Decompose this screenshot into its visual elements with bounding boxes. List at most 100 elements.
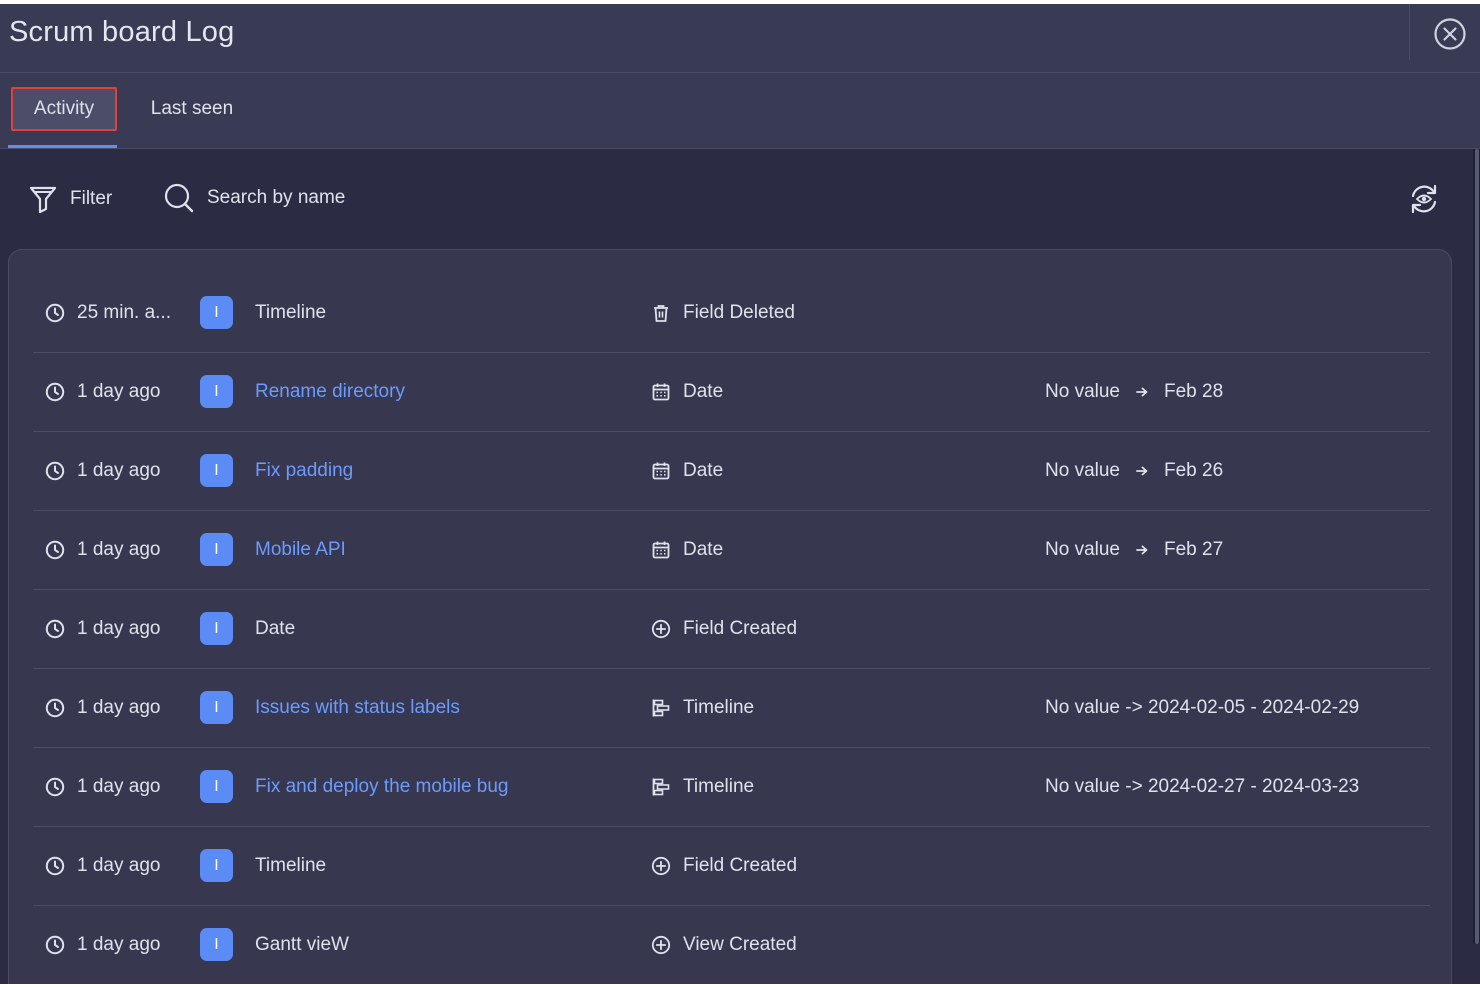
active-tab-indicator	[8, 145, 117, 148]
clock-icon	[45, 935, 65, 955]
clock-icon	[45, 856, 65, 876]
change-text: No value -> 2024-02-05 - 2024-02-29	[1045, 696, 1360, 718]
table-row: 1 day ago I Gantt vieW View Created	[33, 905, 1430, 984]
avatar: I	[200, 533, 233, 566]
clock-icon	[45, 698, 65, 718]
table-row: 1 day ago I Fix and deploy the mobile bu…	[33, 747, 1430, 827]
table-row: 1 day ago I Rename directory Date No val…	[33, 352, 1430, 432]
search-box[interactable]	[163, 180, 583, 216]
avatar: I	[200, 691, 233, 724]
value-change: No value Feb 27	[1045, 510, 1223, 589]
plus-circle-icon	[651, 619, 671, 639]
toolbar: Filter	[0, 174, 1480, 224]
item-name: Gantt vieW	[255, 933, 349, 955]
time-label: 1 day ago	[77, 775, 161, 797]
refresh-button[interactable]	[1405, 180, 1443, 218]
clock-icon	[45, 540, 65, 560]
field-change-type: View Created	[651, 905, 797, 984]
filter-button[interactable]: Filter	[28, 182, 112, 216]
item-link[interactable]: Issues with status labels	[255, 668, 460, 747]
refresh-eye-icon	[1407, 182, 1441, 216]
table-row: 25 min. a... I Timeline Field Deleted	[33, 273, 1430, 353]
row-time: 1 day ago	[45, 905, 160, 984]
timeline-icon	[651, 698, 671, 718]
avatar: I	[200, 849, 233, 882]
item-name: Timeline	[255, 301, 327, 323]
avatar: I	[200, 612, 233, 645]
field-label: Field Created	[683, 854, 798, 876]
change-text: No value -> 2024-02-27 - 2024-03-23	[1045, 775, 1360, 797]
search-icon	[163, 182, 195, 214]
time-label: 1 day ago	[77, 696, 161, 718]
filter-label: Filter	[70, 188, 113, 209]
avatar: I	[200, 454, 233, 487]
item-link[interactable]: Rename directory	[255, 352, 405, 431]
table-row: 1 day ago I Mobile API Date No value Feb…	[33, 510, 1430, 590]
row-time: 25 min. a...	[45, 273, 171, 352]
change-from: No value	[1045, 380, 1120, 402]
item-link[interactable]: Fix and deploy the mobile bug	[255, 747, 509, 826]
clock-icon	[45, 303, 65, 323]
item-link[interactable]: Mobile API	[255, 510, 346, 589]
clock-icon	[45, 382, 65, 402]
table-row: 1 day ago I Date Field Created	[33, 589, 1430, 669]
time-label: 1 day ago	[77, 538, 161, 560]
page-title: Scrum board Log	[9, 16, 235, 48]
field-label: Date	[683, 538, 724, 560]
plus-circle-icon	[651, 856, 671, 876]
change-to: Feb 28	[1164, 380, 1224, 402]
scrollbar-thumb[interactable]	[1475, 149, 1479, 944]
row-time: 1 day ago	[45, 826, 160, 905]
avatar: I	[200, 296, 233, 329]
row-time: 1 day ago	[45, 510, 160, 589]
change-from: No value	[1045, 538, 1120, 560]
filter-icon	[28, 184, 58, 214]
row-time: 1 day ago	[45, 589, 160, 668]
header-divider	[1409, 4, 1410, 60]
field-change-type: Timeline	[651, 668, 754, 747]
time-label: 1 day ago	[77, 459, 161, 481]
value-change: No value -> 2024-02-05 - 2024-02-29	[1045, 668, 1359, 747]
item-link[interactable]: Fix padding	[255, 431, 353, 510]
tab-activity[interactable]: Activity	[11, 87, 117, 131]
avatar: I	[200, 928, 233, 961]
table-row: 1 day ago I Fix padding Date No value Fe…	[33, 431, 1430, 511]
field-label: Timeline	[683, 696, 755, 718]
panel-header: Scrum board Log	[0, 4, 1480, 73]
avatar: I	[200, 375, 233, 408]
value-change: No value Feb 26	[1045, 431, 1223, 510]
plus-circle-icon	[651, 935, 671, 955]
time-label: 1 day ago	[77, 933, 161, 955]
field-label: Date	[683, 380, 724, 402]
arrow-right-icon	[1134, 384, 1150, 400]
row-time: 1 day ago	[45, 352, 160, 431]
field-label: Field Created	[683, 617, 798, 639]
field-label: Timeline	[683, 775, 755, 797]
field-change-type: Field Deleted	[651, 273, 795, 352]
close-button[interactable]	[1432, 16, 1468, 52]
clock-icon	[45, 619, 65, 639]
search-input[interactable]	[207, 187, 567, 209]
item-name: Timeline	[255, 854, 327, 876]
change-to: Feb 27	[1164, 538, 1224, 560]
clock-icon	[45, 777, 65, 797]
row-time: 1 day ago	[45, 747, 160, 826]
item-name: Date	[255, 617, 296, 639]
table-row: 1 day ago I Timeline Field Created	[33, 826, 1430, 906]
trash-icon	[651, 303, 671, 323]
close-circle-icon	[1433, 17, 1467, 51]
tab-last-seen[interactable]: Last seen	[137, 87, 247, 131]
arrow-right-icon	[1134, 463, 1150, 479]
field-change-type: Date	[651, 510, 723, 589]
activity-list: 25 min. a... I Timeline Field Deleted 1 …	[8, 249, 1452, 984]
activity-log-panel: Scrum board Log Activity Last seen Filte…	[0, 4, 1480, 984]
time-label: 1 day ago	[77, 380, 161, 402]
calendar-icon	[651, 540, 671, 560]
field-label: Field Deleted	[683, 301, 795, 323]
time-label: 1 day ago	[77, 617, 161, 639]
field-change-type: Field Created	[651, 589, 797, 668]
change-to: Feb 26	[1164, 459, 1224, 481]
change-from: No value	[1045, 459, 1120, 481]
arrow-right-icon	[1134, 542, 1150, 558]
calendar-icon	[651, 382, 671, 402]
